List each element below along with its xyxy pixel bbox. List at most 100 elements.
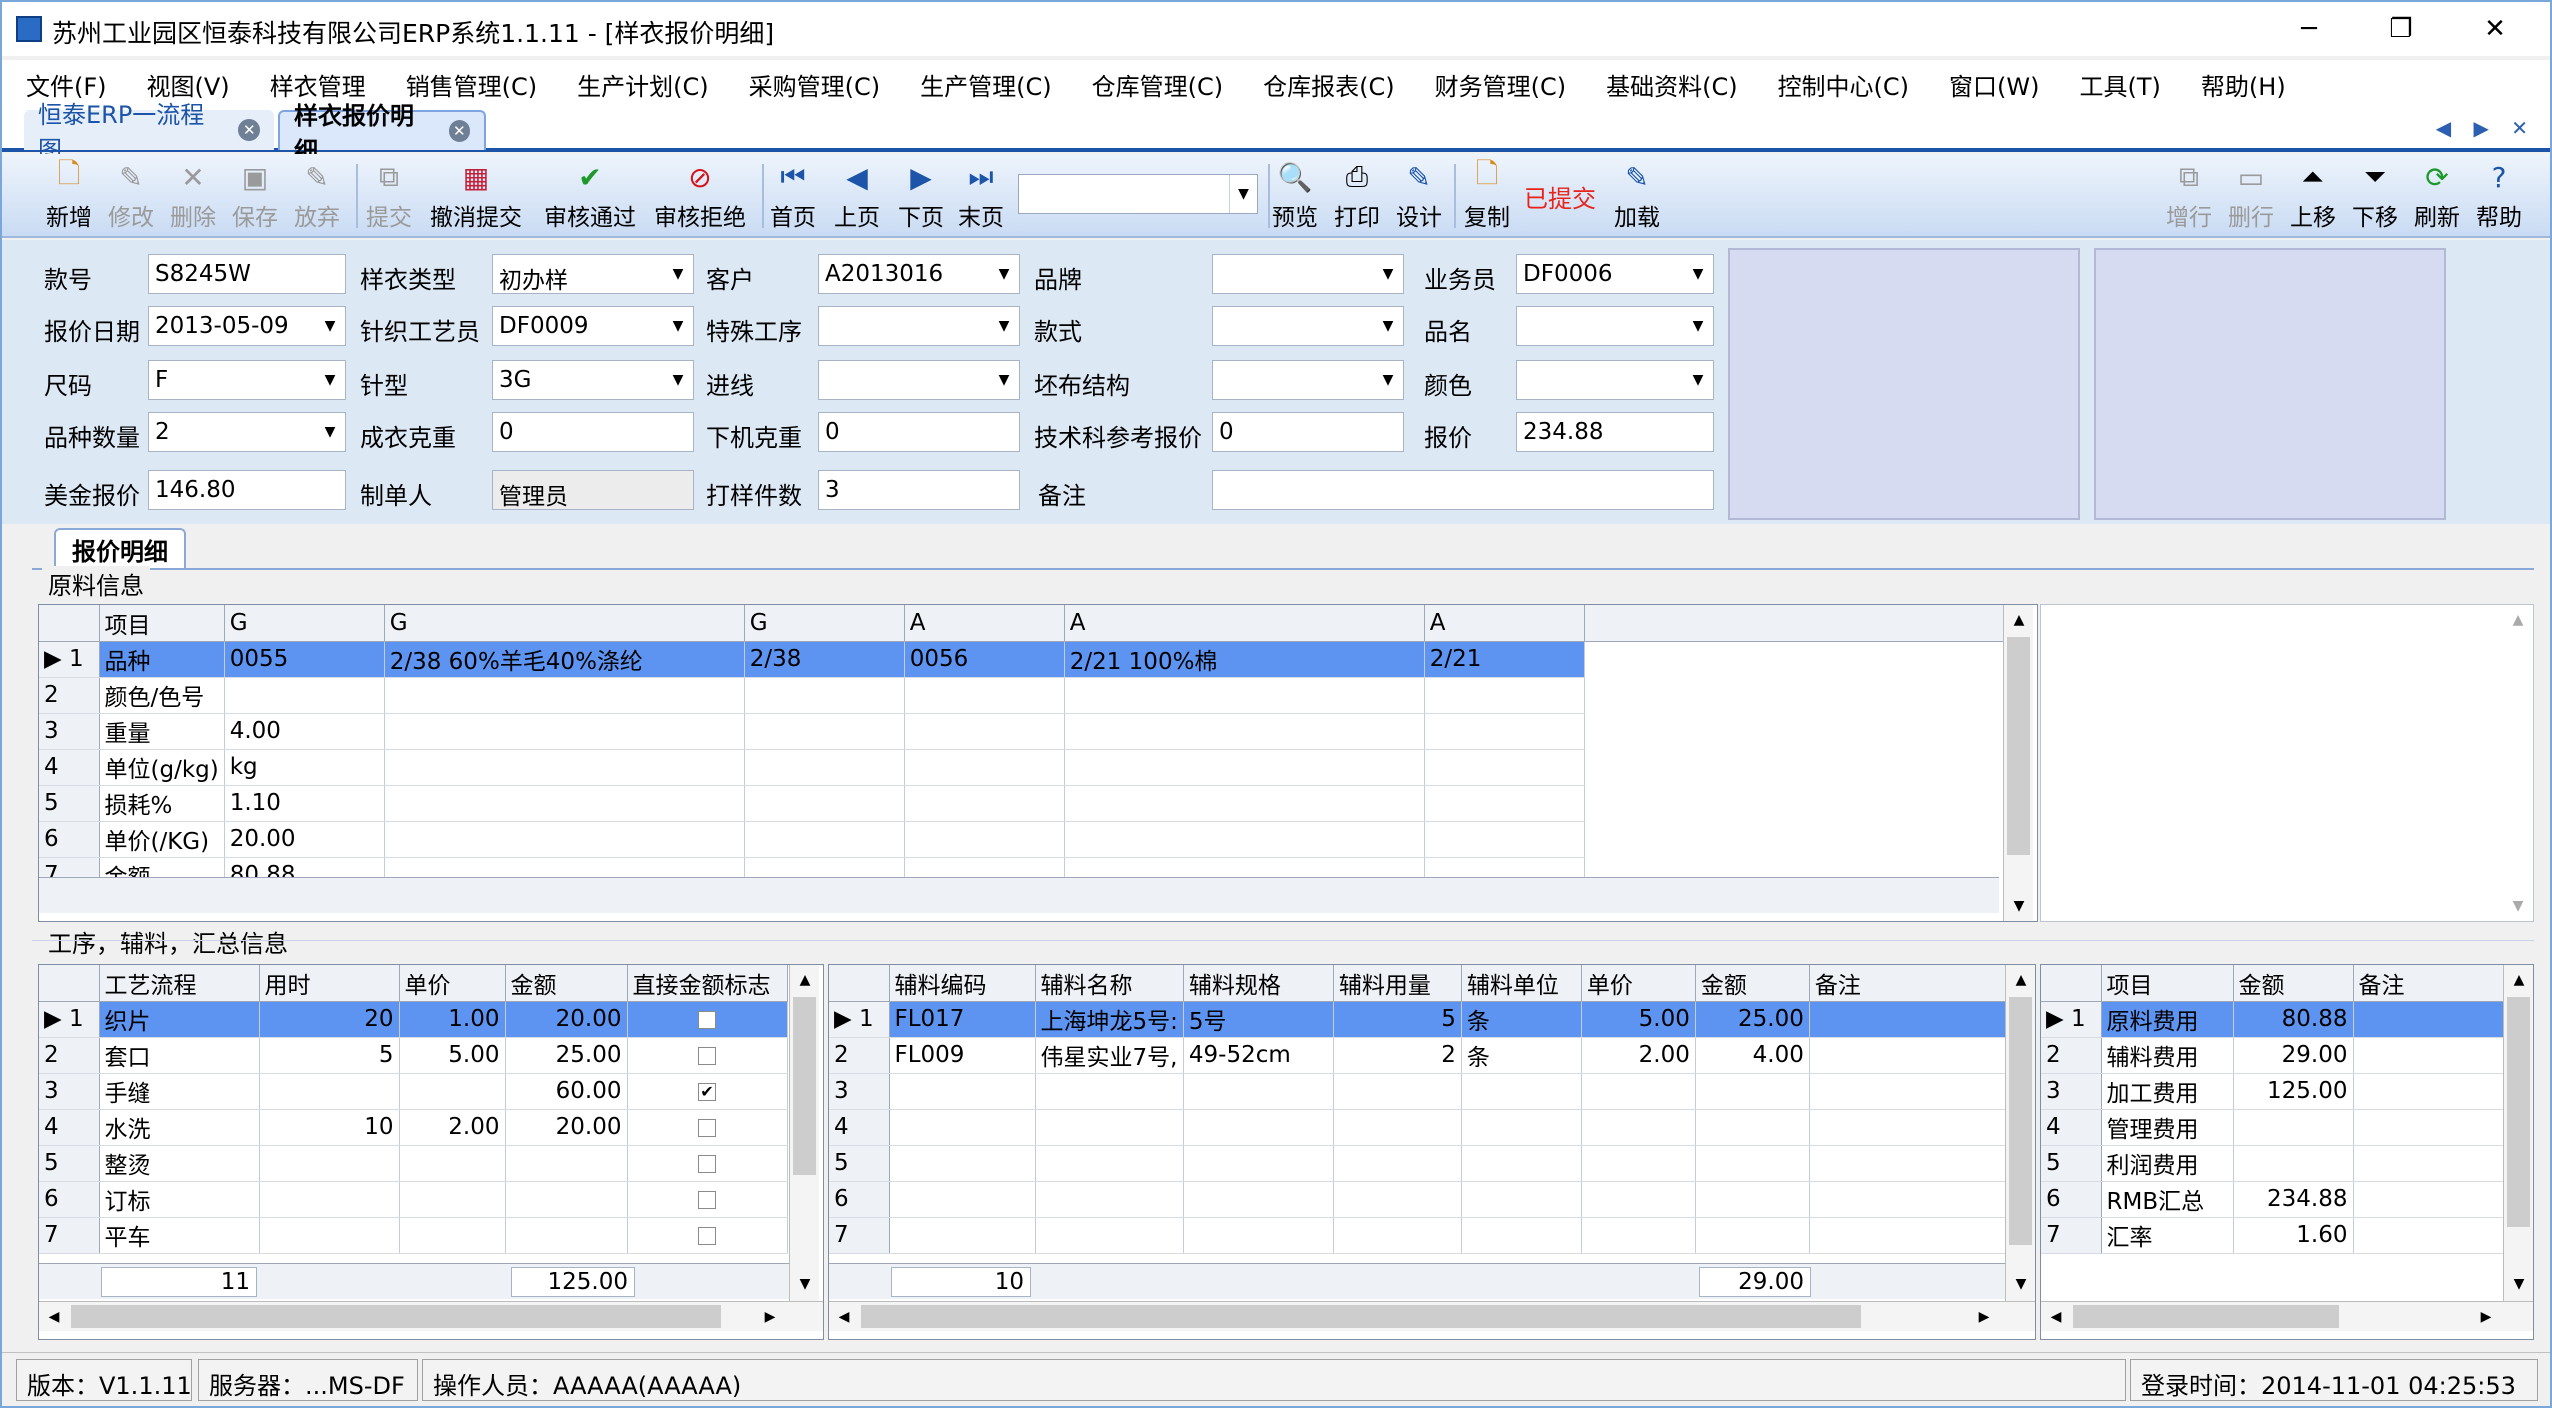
table-cell[interactable] [2353,1217,2504,1254]
design-button[interactable]: ✎ 设计 [1396,160,1442,232]
table-row[interactable]: ▶ 1 FL017 上海坤龙5号: 5号 5 条 5.00 25.00 [829,1001,2006,1038]
table-row[interactable]: 2 颜色/色号 [39,677,2020,714]
table-cell[interactable] [1581,1109,1696,1146]
table-cell[interactable]: 2/38 [744,641,905,678]
table-cell[interactable] [1424,785,1585,822]
table-cell[interactable] [1809,1073,2006,1110]
column-header[interactable]: A [1064,605,1425,642]
table-cell[interactable]: 20.00 [224,821,385,858]
table-cell[interactable]: 条 [1461,1001,1582,1038]
table-cell[interactable] [1461,1109,1582,1146]
table-cell[interactable] [1695,1073,1810,1110]
table-cell[interactable] [2233,1145,2354,1182]
scroll-up-icon[interactable]: ▲ [2503,605,2533,635]
sample-image-back[interactable] [2094,248,2446,520]
table-cell[interactable]: 2.00 [1581,1037,1696,1074]
prev-page-button[interactable]: ◀ 上页 [834,160,880,232]
table-cell[interactable] [1809,1001,2006,1038]
table-row[interactable]: 2 FL009 伟星实业7号, 49-52cm 2 条 2.00 4.00 [829,1037,2006,1074]
table-cell[interactable] [1809,1037,2006,1074]
vertical-scrollbar[interactable]: ▲ ▼ [789,965,819,1301]
column-header[interactable]: 辅料名称 [1035,965,1184,1002]
table-cell[interactable]: 20 [259,1001,400,1038]
table-row[interactable]: 3 [829,1073,2006,1110]
table-cell[interactable]: 25.00 [1695,1001,1810,1038]
scroll-left-icon[interactable]: ◀ [2041,1302,2071,1332]
table-cell[interactable]: 损耗% [99,785,225,822]
table-cell[interactable]: 29.00 [2233,1037,2354,1074]
scroll-right-icon[interactable]: ▶ [2471,1302,2501,1332]
column-header[interactable]: 辅料编码 [889,965,1036,1002]
table-cell[interactable] [2233,1109,2354,1146]
table-cell[interactable] [2353,1073,2504,1110]
table-row[interactable]: 7 [829,1217,2006,1254]
table-cell[interactable]: 2.00 [399,1109,506,1146]
salesman-select[interactable]: DF0006 ▼ [1516,254,1714,294]
special-proc-select[interactable]: ▼ [818,306,1020,346]
column-header[interactable]: 项目 [2101,965,2234,1002]
scroll-thumb[interactable] [793,997,816,1175]
table-cell[interactable] [1695,1109,1810,1146]
table-cell[interactable] [1333,1109,1462,1146]
column-header[interactable]: 辅料用量 [1333,965,1462,1002]
table-cell[interactable] [1581,1073,1696,1110]
table-cell[interactable]: 0055 [224,641,385,678]
table-cell[interactable] [1333,1181,1462,1218]
direct-amount-checkbox[interactable] [698,1118,716,1137]
table-row[interactable]: 5 整烫 [39,1145,788,1182]
table-cell[interactable] [1581,1181,1696,1218]
column-header[interactable]: 单价 [1581,965,1696,1002]
remark-field[interactable] [1212,470,1714,510]
table-row[interactable]: 5 [829,1145,2006,1182]
table-cell[interactable] [505,1181,628,1218]
table-cell[interactable] [1424,677,1585,714]
size-select[interactable]: F ▼ [148,360,346,400]
tab-quote-detail[interactable]: 报价明细 [54,528,186,568]
table-cell[interactable] [1035,1109,1184,1146]
table-cell[interactable]: 汇率 [2101,1217,2234,1254]
scroll-thumb[interactable] [2507,997,2530,1227]
scroll-down-icon[interactable]: ▼ [2006,1269,2035,1299]
sample-image-front[interactable] [1728,248,2080,520]
table-cell[interactable] [889,1181,1036,1218]
add-row-button[interactable]: ⧉ 增行 [2166,160,2212,232]
table-cell[interactable]: 20.00 [505,1001,628,1038]
table-cell[interactable] [259,1145,400,1182]
table-cell[interactable] [1183,1145,1334,1182]
table-cell[interactable] [384,713,745,750]
table-row[interactable]: 2 套口 5 5.00 25.00 [39,1037,788,1074]
table-cell[interactable]: FL017 [889,1001,1036,1038]
table-cell[interactable] [2353,1145,2504,1182]
table-cell[interactable]: 订标 [99,1181,260,1218]
tech-ref-price-field[interactable]: 0 [1212,412,1404,452]
table-row[interactable]: 3 手缝 60.00 ✔ [39,1073,788,1110]
table-cell[interactable]: 重量 [99,713,225,750]
table-row[interactable]: 5 利润费用 [2041,1145,2504,1182]
column-header[interactable]: 金额 [505,965,628,1002]
table-cell[interactable]: 2/21 [1424,641,1585,678]
vertical-scrollbar[interactable]: ▲ ▼ [2503,605,2533,921]
menu-control[interactable]: 控制中心(C) [1778,67,1909,102]
direct-amount-checkbox[interactable] [698,1190,716,1209]
table-cell[interactable] [259,1217,400,1254]
column-header[interactable]: 备注 [1809,965,2006,1002]
table-cell[interactable] [1809,1145,2006,1182]
table-cell[interactable] [1461,1217,1582,1254]
table-cell[interactable]: 水洗 [99,1109,260,1146]
table-cell[interactable] [1183,1073,1334,1110]
table-cell[interactable] [384,821,745,858]
menu-plan[interactable]: 生产计划(C) [577,67,708,102]
table-cell[interactable]: ✔ [627,1073,788,1110]
table-cell[interactable] [1183,1181,1334,1218]
cancel-submit-button[interactable]: ▦ 撤消提交 [430,160,522,232]
table-cell[interactable]: 1.10 [224,785,385,822]
table-cell[interactable] [1424,821,1585,858]
approve-button[interactable]: ✔ 审核通过 [544,160,636,232]
table-cell[interactable] [889,1109,1036,1146]
table-cell[interactable] [1809,1217,2006,1254]
table-cell[interactable]: 加工费用 [2101,1073,2234,1110]
table-cell[interactable] [2353,1001,2504,1038]
table-cell[interactable]: FL009 [889,1037,1036,1074]
first-page-button[interactable]: ⏮ 首页 [770,160,816,232]
table-cell[interactable]: kg [224,749,385,786]
